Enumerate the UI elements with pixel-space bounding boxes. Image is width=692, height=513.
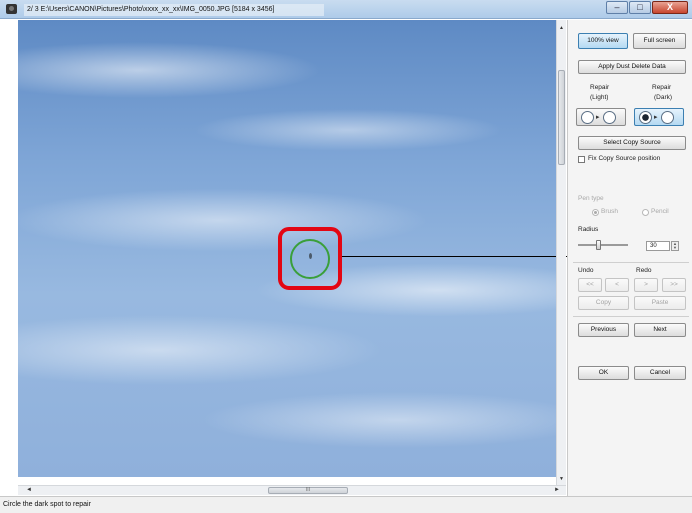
repair-light-label-2: (Light): [590, 94, 609, 101]
clean-circle-icon: [661, 111, 674, 124]
scroll-down-arrow-icon[interactable]: ▼: [559, 476, 564, 482]
light-spot-icon: [581, 111, 594, 124]
repair-dark-label-2: (Dark): [654, 94, 673, 101]
copy-button[interactable]: Copy: [578, 296, 629, 310]
tool-panel: 100% view Full screen Apply Dust Delete …: [567, 20, 692, 496]
image-margin: [0, 20, 18, 477]
cancel-button[interactable]: Cancel: [634, 366, 686, 380]
repair-dark-button[interactable]: ▸: [634, 108, 684, 126]
highlight-box: [278, 227, 342, 290]
fix-copy-source-label: Fix Copy Source position: [588, 155, 661, 162]
scroll-right-arrow-icon[interactable]: ►: [554, 487, 560, 493]
repair-dark-label-1: Repair: [652, 84, 672, 91]
maximize-button[interactable]: □: [629, 1, 651, 14]
minimize-button[interactable]: –: [606, 1, 628, 14]
radius-label: Radius: [578, 226, 599, 233]
divider: [573, 316, 689, 317]
pencil-label: Pencil: [651, 208, 669, 215]
arrow-right-icon: ▸: [654, 114, 658, 121]
title-bar: 2/ 3 E:\Users\CANON\Pictures\Photo\xxxx_…: [0, 0, 692, 19]
brush-label: Brush: [601, 208, 618, 215]
window-controls: – □ X: [605, 1, 688, 14]
horizontal-scroll-thumb[interactable]: III: [268, 487, 348, 494]
undo-all-button[interactable]: <<: [578, 278, 602, 292]
vertical-scroll-thumb[interactable]: [558, 70, 565, 165]
select-copy-source-button[interactable]: Select Copy Source: [578, 136, 686, 150]
dark-spot-icon: [639, 111, 652, 124]
clean-circle-icon: [603, 111, 616, 124]
vertical-scrollbar[interactable]: ▲ ▼: [556, 20, 566, 485]
radius-slider-track[interactable]: [578, 244, 628, 246]
next-button[interactable]: Next: [634, 323, 686, 337]
full-screen-button[interactable]: Full screen: [633, 33, 686, 49]
status-text: Circle the dark spot to repair: [3, 501, 91, 508]
status-bar: Circle the dark spot to repair: [0, 496, 692, 513]
radius-spinner[interactable]: ▲ ▼: [671, 241, 679, 251]
pen-type-label: Pen type: [578, 195, 604, 202]
scroll-up-arrow-icon[interactable]: ▲: [559, 25, 564, 31]
undo-button[interactable]: <: [605, 278, 629, 292]
redo-label: Redo: [636, 267, 652, 274]
previous-button[interactable]: Previous: [578, 323, 629, 337]
repair-light-label-1: Repair: [590, 84, 610, 91]
arrow-right-icon: ▸: [596, 114, 600, 121]
apply-dust-delete-button[interactable]: Apply Dust Delete Data: [578, 60, 686, 74]
paste-button[interactable]: Paste: [634, 296, 686, 310]
redo-all-button[interactable]: >>: [662, 278, 686, 292]
redo-button[interactable]: >: [634, 278, 658, 292]
radius-input[interactable]: 30: [646, 241, 670, 251]
divider: [573, 262, 689, 263]
scroll-left-arrow-icon[interactable]: ◄: [26, 487, 32, 493]
undo-label: Undo: [578, 267, 594, 274]
fix-copy-source-checkbox[interactable]: [578, 156, 585, 163]
app-icon: [6, 4, 17, 14]
radius-slider-thumb[interactable]: [596, 240, 601, 250]
window-title: 2/ 3 E:\Users\CANON\Pictures\Photo\xxxx_…: [24, 4, 324, 16]
brush-radio[interactable]: [592, 209, 599, 216]
ok-button[interactable]: OK: [578, 366, 629, 380]
view-100-button[interactable]: 100% view: [578, 33, 628, 49]
horizontal-scrollbar[interactable]: ◄ III ►: [18, 485, 566, 495]
close-button[interactable]: X: [652, 1, 688, 14]
repair-light-button[interactable]: ▸: [576, 108, 626, 126]
pencil-radio[interactable]: [642, 209, 649, 216]
